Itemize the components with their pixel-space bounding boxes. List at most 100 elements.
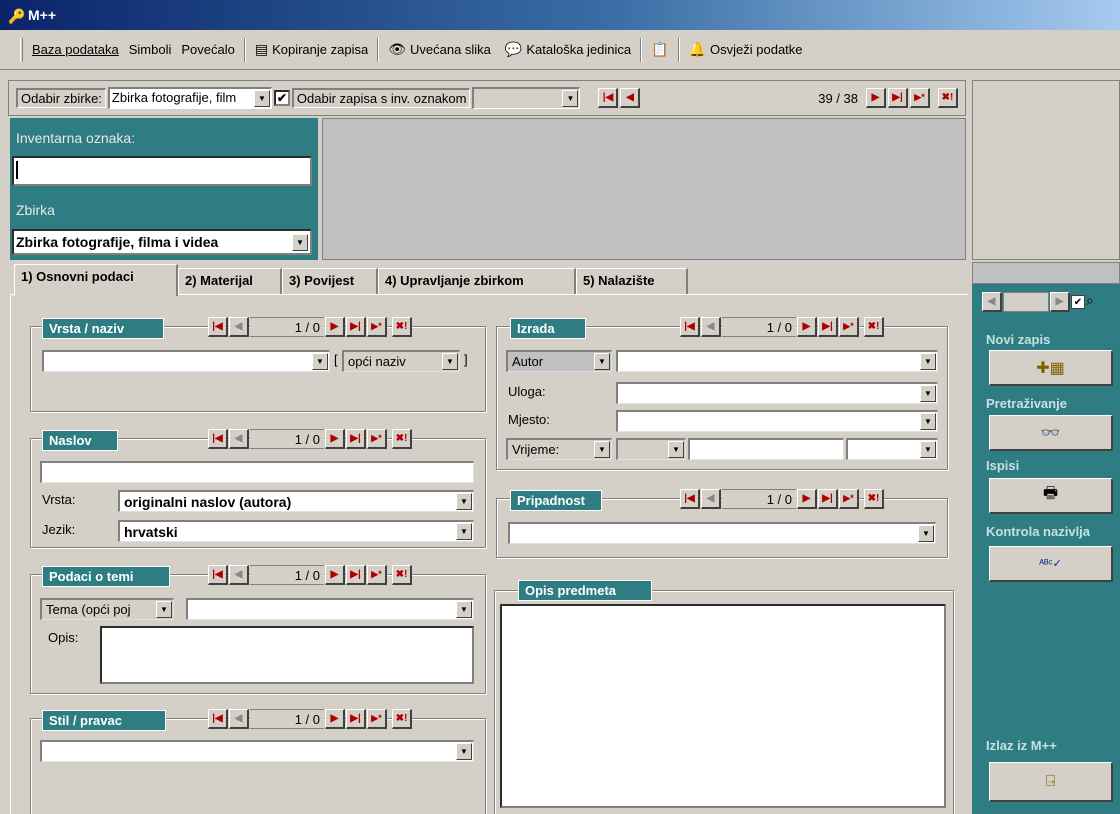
tema-value-combo[interactable]: ▼ xyxy=(186,598,474,620)
last-record-button[interactable]: ▶| xyxy=(818,489,838,509)
vrijeme-input[interactable] xyxy=(688,438,844,460)
new-record-button[interactable]: ▶* xyxy=(367,709,387,729)
novi-zapis-button[interactable]: ✚▦ xyxy=(989,350,1113,386)
chevron-down-icon[interactable]: ▼ xyxy=(594,353,610,370)
last-record-button[interactable]: ▶| xyxy=(818,317,838,337)
prev-record-button[interactable]: ◀ xyxy=(620,88,641,108)
tab-nalaziste[interactable]: 5) Nalazište xyxy=(576,268,688,294)
chevron-down-icon[interactable]: ▼ xyxy=(253,90,270,107)
last-record-button[interactable]: ▶| xyxy=(346,429,366,449)
new-record-button[interactable]: ▶* xyxy=(367,429,387,449)
last-record-button[interactable]: ▶| xyxy=(346,565,366,585)
chevron-down-icon[interactable]: ▼ xyxy=(920,413,936,430)
uloga-combo[interactable]: ▼ xyxy=(616,382,938,404)
next-record-button[interactable]: ▶ xyxy=(325,429,345,449)
naslov-jezik-combo[interactable]: hrvatski ▼ xyxy=(118,520,474,542)
chevron-down-icon[interactable]: ▼ xyxy=(594,441,610,458)
prev-record-button[interactable]: ◀ xyxy=(229,317,249,337)
chevron-down-icon[interactable]: ▼ xyxy=(456,523,472,540)
tab-upravljanje-zbirkom[interactable]: 4) Upravljanje zbirkom xyxy=(378,268,576,294)
naslov-input[interactable] xyxy=(40,461,474,483)
sidebar-checkbox[interactable]: ✔ xyxy=(1071,295,1085,309)
odabir-zbirke-combo[interactable]: Zbirka fotografije, film ▼ xyxy=(107,87,272,109)
new-record-button[interactable]: ▶* xyxy=(839,489,859,509)
delete-record-button[interactable]: ✖! xyxy=(864,489,884,509)
tab-povijest[interactable]: 3) Povijest xyxy=(282,268,378,294)
delete-record-button[interactable]: ✖! xyxy=(864,317,884,337)
opis-predmeta-textarea[interactable] xyxy=(500,604,946,808)
delete-record-button[interactable]: ✖! xyxy=(392,429,412,449)
kontrola-nazivlja-button[interactable]: ᴬᴮᶜ✓ xyxy=(989,546,1113,582)
delete-record-button[interactable]: ✖! xyxy=(392,317,412,337)
chevron-down-icon[interactable]: ▼ xyxy=(456,601,472,618)
chevron-down-icon[interactable]: ▼ xyxy=(918,525,934,542)
kopiranje-zapisa-button[interactable]: ▤ Kopiranje zapisa xyxy=(252,41,371,58)
pripadnost-combo[interactable]: ▼ xyxy=(508,522,936,544)
next-record-button[interactable]: ▶ xyxy=(866,88,886,108)
prev-record-button[interactable]: ◀ xyxy=(229,709,249,729)
next-record-button[interactable]: ▶ xyxy=(325,565,345,585)
prev-record-button[interactable]: ◀ xyxy=(701,489,721,509)
new-record-button[interactable]: ▶* xyxy=(839,317,859,337)
delete-record-button[interactable]: ✖! xyxy=(392,565,412,585)
delete-record-button[interactable]: ✖! xyxy=(392,709,412,729)
clipboard-button[interactable]: 📋 xyxy=(648,41,671,58)
tab-osnovni-podaci[interactable]: 1) Osnovni podaci xyxy=(14,264,178,296)
chevron-down-icon[interactable]: ▼ xyxy=(920,353,936,370)
odabir-zapisa-combo[interactable]: ▼ xyxy=(472,87,581,109)
ispisi-button[interactable]: 🖶 xyxy=(989,478,1113,514)
next-record-button[interactable]: ▶ xyxy=(325,317,345,337)
prev-record-button[interactable]: ◀ xyxy=(229,565,249,585)
chevron-down-icon[interactable]: ▼ xyxy=(920,385,936,402)
inventarna-input[interactable] xyxy=(12,156,312,186)
kataloska-jedinica-button[interactable]: 💬 Kataloška jedinica xyxy=(502,41,634,58)
tema-type-combo[interactable]: Tema (opći poj ▼ xyxy=(40,598,174,620)
menu-simboli[interactable]: Simboli xyxy=(126,42,175,57)
first-record-button[interactable]: |◀ xyxy=(598,88,619,108)
vrijeme-select[interactable]: Vrijeme: ▼ xyxy=(506,438,612,460)
naslov-vrsta-combo[interactable]: originalni naslov (autora) ▼ xyxy=(118,490,474,512)
prev-record-button[interactable]: ◀ xyxy=(982,292,1002,312)
chevron-down-icon[interactable]: ▼ xyxy=(292,234,308,251)
naziv-type-combo[interactable]: opći naziv ▼ xyxy=(342,350,460,372)
izlaz-button[interactable]: ⍈ xyxy=(989,762,1113,802)
zbirka-combo[interactable]: Zbirka fotografije, filma i videa ▼ xyxy=(12,229,312,255)
search-icon[interactable]: ⌕ xyxy=(1086,292,1094,312)
menu-povecalo[interactable]: Povećalo xyxy=(178,42,237,57)
next-record-button[interactable]: ▶ xyxy=(325,709,345,729)
tab-materijal[interactable]: 2) Materijal xyxy=(178,268,282,294)
next-record-button[interactable]: ▶ xyxy=(797,489,817,509)
autor-select[interactable]: Autor ▼ xyxy=(506,350,612,372)
chevron-down-icon[interactable]: ▼ xyxy=(156,601,172,618)
chevron-down-icon[interactable]: ▼ xyxy=(668,441,684,458)
first-record-button[interactable]: |◀ xyxy=(680,489,700,509)
first-record-button[interactable]: |◀ xyxy=(208,565,228,585)
chevron-down-icon[interactable]: ▼ xyxy=(920,441,936,458)
prev-record-button[interactable]: ◀ xyxy=(229,429,249,449)
delete-record-button[interactable]: ✖! xyxy=(938,88,958,108)
next-record-button[interactable]: ▶ xyxy=(1050,292,1070,312)
chevron-down-icon[interactable]: ▼ xyxy=(456,743,472,760)
vrijeme-unit-combo[interactable]: ▼ xyxy=(846,438,938,460)
last-record-button[interactable]: ▶| xyxy=(346,317,366,337)
odabir-checkbox[interactable]: ✔ xyxy=(273,90,290,106)
pretrazivanje-button[interactable]: 👓 xyxy=(989,415,1113,451)
first-record-button[interactable]: |◀ xyxy=(208,317,228,337)
new-record-button[interactable]: ▶* xyxy=(367,565,387,585)
osvjezi-podatke-button[interactable]: 🔔 Osvježi podatke xyxy=(686,41,806,58)
last-record-button[interactable]: ▶| xyxy=(346,709,366,729)
chevron-down-icon[interactable]: ▼ xyxy=(456,493,472,510)
uvecana-slika-button[interactable]: 👁 Uvećana slika xyxy=(385,41,494,58)
menu-baza-podataka[interactable]: Baza podataka xyxy=(29,42,122,57)
first-record-button[interactable]: |◀ xyxy=(208,709,228,729)
chevron-down-icon[interactable]: ▼ xyxy=(312,353,328,370)
first-record-button[interactable]: |◀ xyxy=(680,317,700,337)
last-record-button[interactable]: ▶| xyxy=(888,88,908,108)
stil-combo[interactable]: ▼ xyxy=(40,740,474,762)
mjesto-combo[interactable]: ▼ xyxy=(616,410,938,432)
autor-combo[interactable]: ▼ xyxy=(616,350,938,372)
prev-record-button[interactable]: ◀ xyxy=(701,317,721,337)
vrsta-combo[interactable]: ▼ xyxy=(42,350,330,372)
vrijeme-qualifier-combo[interactable]: ▼ xyxy=(616,438,686,460)
new-record-button[interactable]: ▶* xyxy=(367,317,387,337)
